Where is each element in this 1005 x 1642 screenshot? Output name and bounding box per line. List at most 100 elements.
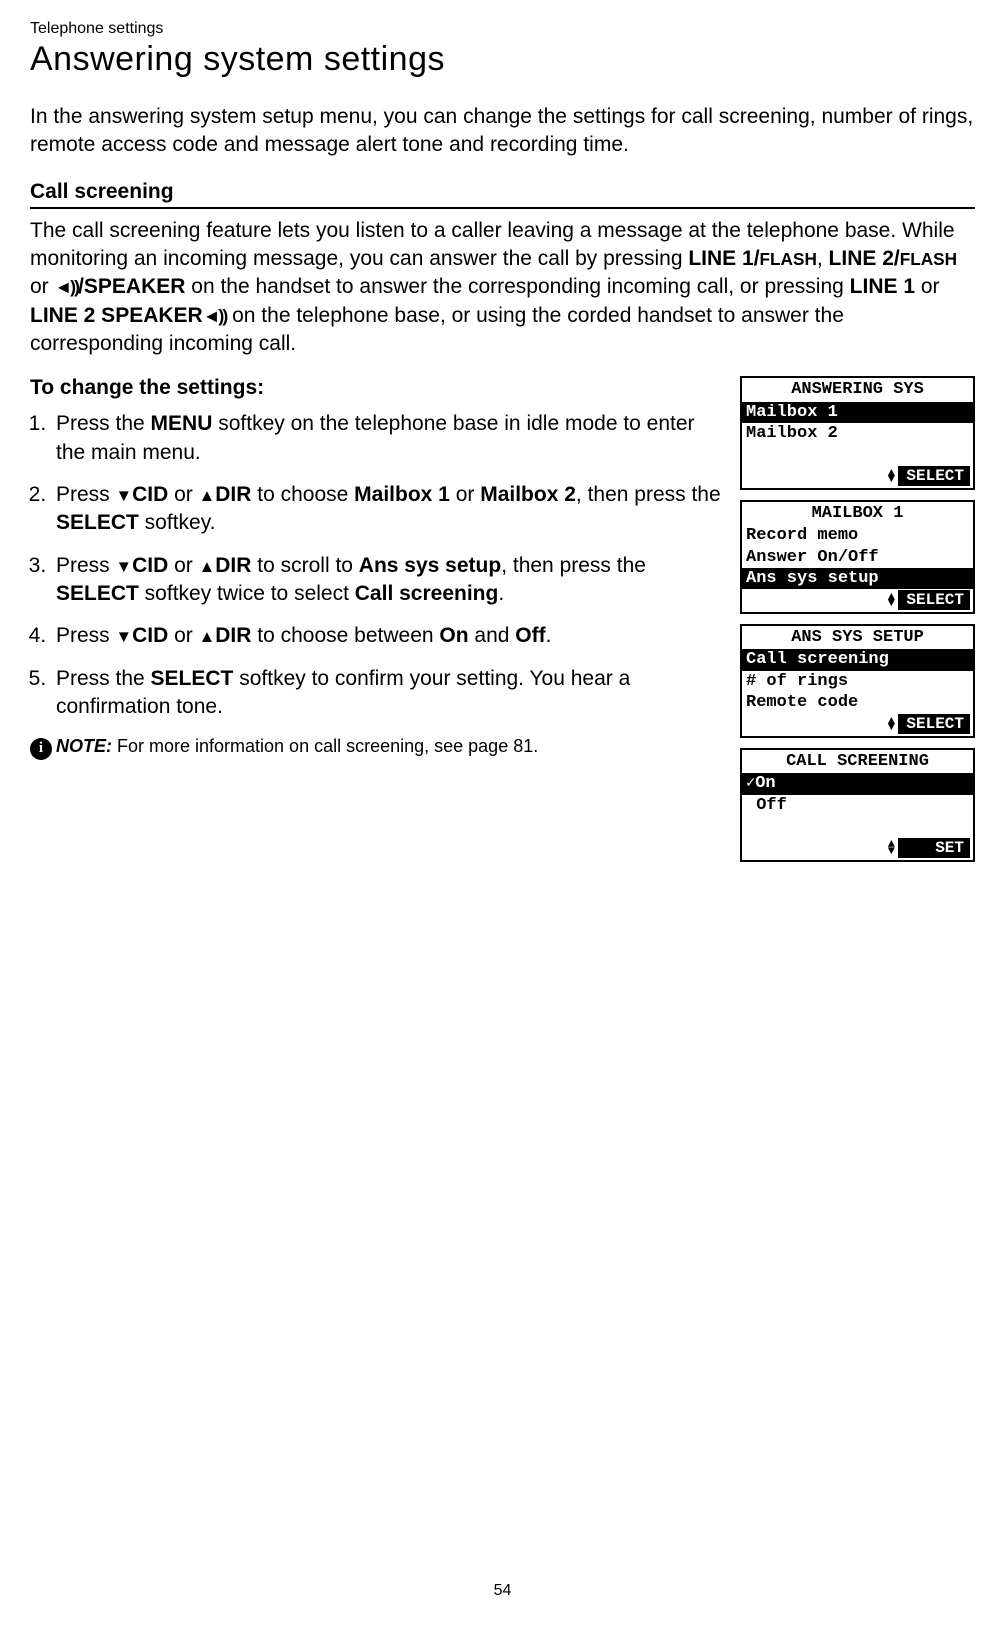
text: to choose between: [251, 624, 439, 647]
page-number: 54: [30, 1582, 975, 1600]
scroll-arrows-icon: ▲▼: [888, 594, 895, 607]
text: to choose: [251, 483, 354, 506]
option-off: Off: [515, 624, 545, 647]
text: Press: [56, 554, 116, 577]
section-heading: Call screening: [30, 180, 975, 209]
option-mailbox2: Mailbox 2: [480, 483, 576, 506]
lcd-footer: ▲▼ SELECT: [742, 713, 973, 736]
option-ans-sys: Ans sys setup: [359, 554, 501, 577]
down-arrow-icon: [116, 554, 133, 577]
lcd-item: Record memo: [742, 525, 973, 546]
key-select: SELECT: [56, 582, 139, 605]
lcd-blank: [742, 816, 973, 837]
option-on: On: [439, 624, 468, 647]
lcd-item: Answer On/Off: [742, 547, 973, 568]
softkey-select: SELECT: [898, 714, 970, 734]
down-arrow-icon: [116, 483, 133, 506]
intro-paragraph: In the answering system setup menu, you …: [30, 103, 975, 160]
text: or: [168, 483, 198, 506]
lcd-item-selected: On: [742, 773, 973, 794]
lcd-screen-answering-sys: ANSWERING SYS Mailbox 1 Mailbox 2 ▲▼ SEL…: [740, 376, 975, 490]
text: softkey.: [139, 511, 216, 534]
note-body: For more information on call screening, …: [112, 736, 538, 756]
lcd-item-selected: Mailbox 1: [742, 402, 973, 423]
key-line1b: LINE 1: [850, 275, 915, 298]
text: softkey twice to select: [139, 582, 355, 605]
text: or: [921, 275, 940, 298]
down-arrow-icon: [116, 624, 133, 647]
up-arrow-icon: [199, 554, 216, 577]
steps-list: Press the MENU softkey on the telephone …: [30, 410, 722, 721]
note: i NOTE: For more information on call scr…: [30, 736, 722, 760]
scroll-arrows-icon: ▲▼: [888, 718, 895, 731]
softkey-set: SET: [898, 838, 970, 858]
lcd-title: CALL SCREENING: [742, 750, 973, 773]
lcd-item-selected: Ans sys setup: [742, 568, 973, 589]
step-2: Press CID or DIR to choose Mailbox 1 or …: [52, 481, 722, 538]
key-cid: CID: [132, 554, 168, 577]
text: or: [30, 275, 55, 298]
key-select: SELECT: [56, 511, 139, 534]
key-flash2: FLASH: [900, 249, 957, 269]
text: or: [168, 624, 198, 647]
key-line2b: LINE 2 SPEAKER: [30, 304, 203, 327]
section-body: The call screening feature lets you list…: [30, 217, 975, 359]
text: Press: [56, 624, 116, 647]
lcd-item-selected: Call screening: [742, 649, 973, 670]
key-line2: LINE 2/: [829, 247, 900, 270]
key-dir: DIR: [215, 624, 251, 647]
key-speaker: /SPEAKER: [78, 275, 185, 298]
speaker-icon: [55, 275, 79, 298]
lcd-item: # of rings: [742, 671, 973, 692]
lcd-title: ANSWERING SYS: [742, 378, 973, 401]
key-select: SELECT: [151, 667, 234, 690]
text: Press the: [56, 412, 151, 435]
softkey-select: SELECT: [898, 466, 970, 486]
option-call-screening: Call screening: [355, 582, 499, 605]
lcd-item: Off: [742, 795, 973, 816]
key-menu: MENU: [151, 412, 213, 435]
lcd-item: Remote code: [742, 692, 973, 713]
softkey-select: SELECT: [898, 590, 970, 610]
lcd-blank: [742, 444, 973, 465]
lcd-footer: ▲▼ SELECT: [742, 589, 973, 612]
key-line1: LINE 1/: [688, 247, 759, 270]
text: .: [546, 624, 552, 647]
lcd-screen-mailbox1: MAILBOX 1 Record memo Answer On/Off Ans …: [740, 500, 975, 614]
key-flash1: FLASH: [760, 249, 817, 269]
note-label: NOTE:: [56, 736, 112, 756]
key-dir: DIR: [215, 554, 251, 577]
option-mailbox1: Mailbox 1: [354, 483, 450, 506]
page-title: Answering system settings: [30, 40, 975, 79]
lcd-title: MAILBOX 1: [742, 502, 973, 525]
lcd-item-text: On: [755, 774, 775, 793]
breadcrumb: Telephone settings: [30, 20, 975, 38]
key-cid: CID: [132, 483, 168, 506]
text: , then press the: [576, 483, 721, 506]
text: Press the: [56, 667, 151, 690]
lcd-item: Mailbox 2: [742, 423, 973, 444]
step-5: Press the SELECT softkey to confirm your…: [52, 665, 722, 722]
text: ,: [817, 247, 829, 270]
lcd-footer: ▲▼ SELECT: [742, 465, 973, 488]
note-text: NOTE: For more information on call scree…: [56, 736, 538, 757]
scroll-arrows-icon: ▲▼: [888, 841, 895, 854]
text: to scroll to: [251, 554, 358, 577]
step-4: Press CID or DIR to choose between On an…: [52, 622, 722, 650]
text: Press: [56, 483, 116, 506]
speaker-icon: [203, 304, 227, 327]
lcd-screen-call-screening: CALL SCREENING On Off ▲▼ SET: [740, 748, 975, 862]
steps-heading: To change the settings:: [30, 376, 722, 400]
scroll-arrows-icon: ▲▼: [888, 470, 895, 483]
lcd-footer: ▲▼ SET: [742, 837, 973, 860]
key-dir: DIR: [215, 483, 251, 506]
info-icon: i: [30, 738, 52, 760]
lcd-screen-ans-sys-setup: ANS SYS SETUP Call screening # of rings …: [740, 624, 975, 738]
up-arrow-icon: [199, 624, 216, 647]
key-cid: CID: [132, 624, 168, 647]
text: , then press the: [501, 554, 646, 577]
text: or: [168, 554, 198, 577]
lcd-title: ANS SYS SETUP: [742, 626, 973, 649]
up-arrow-icon: [199, 483, 216, 506]
check-icon: [746, 774, 755, 793]
